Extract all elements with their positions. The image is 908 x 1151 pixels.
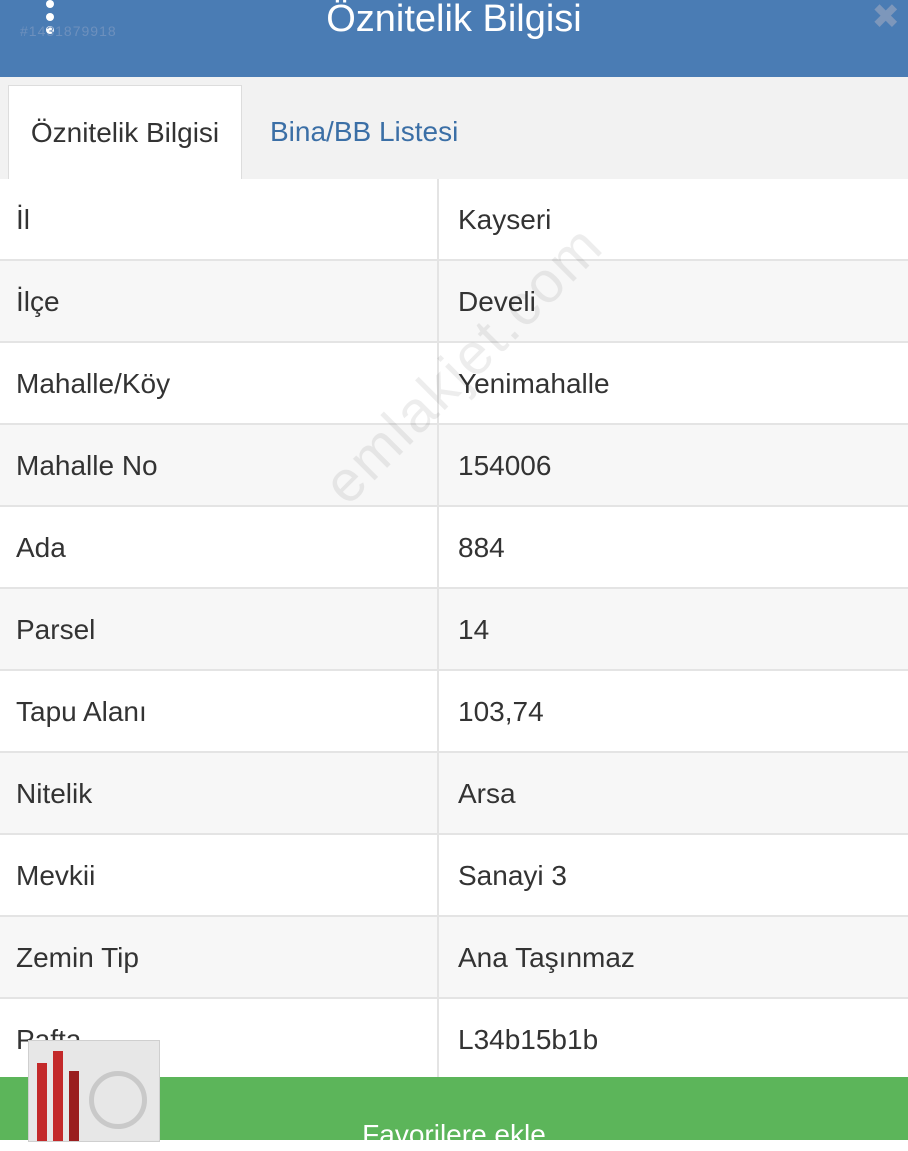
column-divider (437, 589, 439, 669)
row-value: Arsa (458, 778, 516, 809)
row-key: Ada (16, 532, 66, 563)
attribute-table: İl Kayseri İlçe Develi Mahalle/Köy Yenimaha… (0, 179, 908, 1081)
table-row: Ada 884 (0, 507, 908, 589)
row-value: 154006 (458, 450, 552, 481)
row-value: Sanayi 3 (458, 860, 567, 891)
column-divider (437, 917, 439, 997)
brand-logo (28, 1040, 160, 1142)
row-value: 884 (458, 532, 505, 563)
table-row: İl Kayseri (0, 179, 908, 261)
row-key: Parsel (16, 614, 96, 645)
row-key: Tapu Alanı (16, 696, 147, 727)
table-row: Mahalle No 154006 (0, 425, 908, 507)
row-key: Zemin Tip (16, 942, 139, 973)
app-header: #1431879918 Öznitelik Bilgisi ✖ (0, 0, 908, 77)
column-divider (437, 179, 439, 259)
row-value: 14 (458, 614, 490, 645)
column-divider (437, 507, 439, 587)
row-key: İlçe (16, 286, 60, 317)
row-key: Mahalle No (16, 450, 158, 481)
row-key: Nitelik (16, 778, 93, 809)
page-title: Öznitelik Bilgisi (326, 0, 582, 40)
table-row: Nitelik Arsa (0, 753, 908, 835)
column-divider (437, 261, 439, 341)
column-divider (437, 671, 439, 751)
row-value: 103,74 (458, 696, 544, 727)
column-divider (437, 999, 439, 1079)
row-key: Mevkii (16, 860, 96, 891)
table-row: Tapu Alanı 103,74 (0, 671, 908, 753)
tab-bar: Öznitelik Bilgisi Bina/BB Listesi (0, 77, 908, 180)
row-key: Mahalle/Köy (16, 368, 171, 399)
tab-attribute-info[interactable]: Öznitelik Bilgisi (8, 85, 242, 180)
column-divider (437, 835, 439, 915)
table-row: Mevkii Sanayi 3 (0, 835, 908, 917)
row-value: L34b15b1b (458, 1024, 599, 1055)
tab-building-list[interactable]: Bina/BB Listesi (270, 85, 458, 179)
table-row: Parsel 14 (0, 589, 908, 671)
row-key: İl (16, 204, 30, 235)
row-value: Ana Taşınmaz (458, 942, 635, 973)
close-icon[interactable]: ✖ (872, 0, 901, 34)
table-row: Zemin Tip Ana Taşınmaz (0, 917, 908, 999)
column-divider (437, 753, 439, 833)
